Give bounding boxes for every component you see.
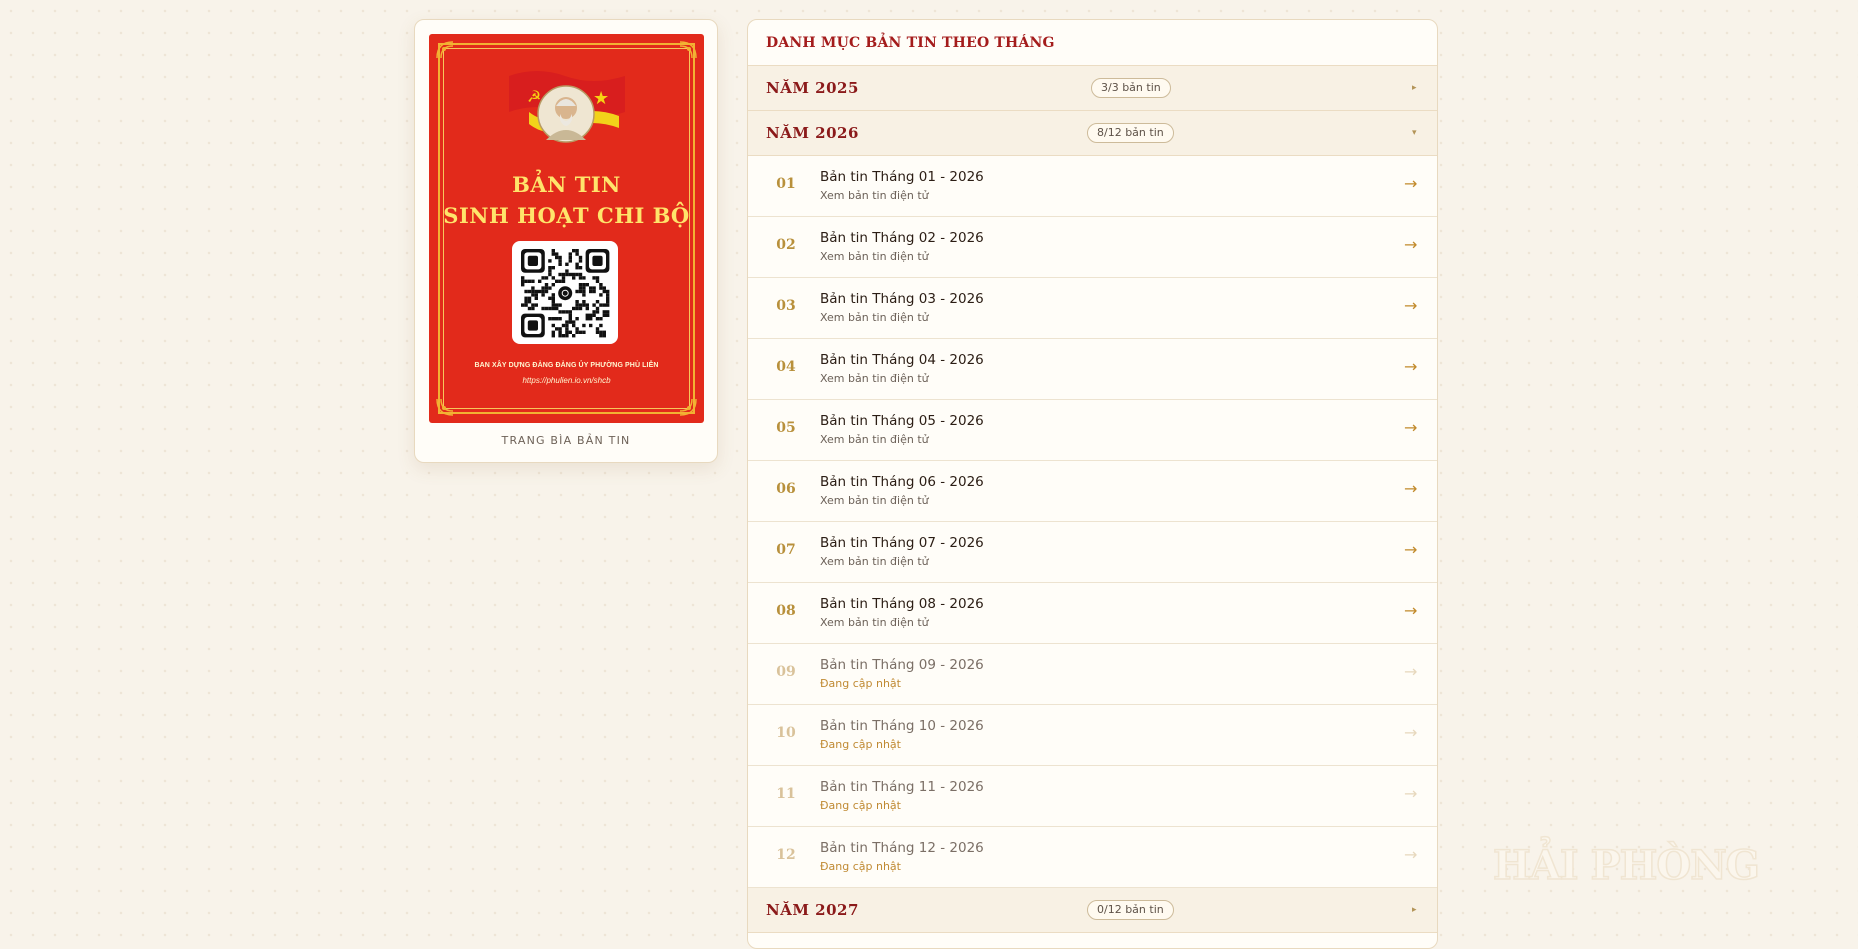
month-row[interactable]: 08 Bản tin Tháng 08 - 2026 Xem bản tin điệ… — [748, 583, 1437, 644]
corner-ornament-icon — [436, 41, 454, 59]
month-row[interactable]: 03 Bản tin Tháng 03 - 2026 Xem bản tin điệ… — [748, 278, 1437, 339]
month-number: 10 — [776, 725, 796, 741]
month-status: Xem bản tin điện tử — [820, 311, 929, 324]
month-status: Đang cập nhật — [820, 738, 901, 751]
month-number: 01 — [776, 176, 796, 192]
arrow-right-icon: → — [1404, 784, 1418, 803]
month-status: Xem bản tin điện tử — [820, 433, 929, 446]
month-status: Xem bản tin điện tử — [820, 250, 929, 263]
corner-ornament-icon — [679, 398, 697, 416]
year-label: NĂM 2026 — [766, 124, 859, 142]
month-title: Bản tin Tháng 04 - 2026 — [820, 352, 984, 368]
arrow-right-icon: → — [1404, 296, 1418, 315]
arrow-right-icon: → — [1404, 601, 1418, 620]
month-title: Bản tin Tháng 02 - 2026 — [820, 230, 984, 246]
year-count-badge: 0/12 bản tin — [1087, 900, 1174, 920]
caret-right-icon: ▸ — [1412, 83, 1417, 93]
year-count-badge: 3/3 bản tin — [1091, 78, 1171, 98]
month-title: Bản tin Tháng 07 - 2026 — [820, 535, 984, 551]
year-count-badge: 8/12 bản tin — [1087, 123, 1174, 143]
cover-url: https://phulien.io.vn/shcb — [522, 376, 611, 385]
month-row[interactable]: 01 Bản tin Tháng 01 - 2026 Xem bản tin điệ… — [748, 156, 1437, 217]
qr-code[interactable] — [512, 241, 618, 344]
cover-card: ☭ ★ BẢN TIN SINH HOẠT CHI BỘ BAN XÂY DỰN… — [414, 19, 718, 463]
month-row[interactable]: 09 Bản tin Tháng 09 - 2026 Đang cập nhật → — [748, 644, 1437, 705]
month-title: Bản tin Tháng 10 - 2026 — [820, 718, 984, 734]
arrow-right-icon: → — [1404, 235, 1418, 254]
month-title: Bản tin Tháng 09 - 2026 — [820, 657, 984, 673]
arrow-right-icon: → — [1404, 357, 1418, 376]
month-number: 03 — [776, 298, 796, 314]
month-status: Xem bản tin điện tử — [820, 555, 929, 568]
year-label: NĂM 2027 — [766, 901, 859, 919]
month-status: Xem bản tin điện tử — [820, 616, 929, 629]
month-status: Đang cập nhật — [820, 860, 901, 873]
month-status: Xem bản tin điện tử — [820, 494, 929, 507]
month-status: Xem bản tin điện tử — [820, 189, 929, 202]
arrow-right-icon: → — [1404, 662, 1418, 681]
month-number: 12 — [776, 847, 796, 863]
month-row[interactable]: 04 Bản tin Tháng 04 - 2026 Xem bản tin điệ… — [748, 339, 1437, 400]
month-title: Bản tin Tháng 05 - 2026 — [820, 413, 984, 429]
bulletin-catalog: DANH MỤC BẢN TIN THEO THÁNG NĂM 2025 3/3… — [747, 19, 1438, 949]
cover-caption: TRANG BÌA BẢN TIN — [501, 434, 631, 447]
month-row[interactable]: 07 Bản tin Tháng 07 - 2026 Xem bản tin điệ… — [748, 522, 1437, 583]
arrow-right-icon: → — [1404, 174, 1418, 193]
corner-ornament-icon — [436, 398, 454, 416]
arrow-right-icon: → — [1404, 479, 1418, 498]
caret-right-icon: ▸ — [1412, 905, 1417, 915]
cover-title-line1: BẢN TIN — [512, 172, 621, 197]
month-row[interactable]: 05 Bản tin Tháng 05 - 2026 Xem bản tin điệ… — [748, 400, 1437, 461]
caret-down-icon: ▾ — [1412, 128, 1417, 138]
corner-ornament-icon — [679, 41, 697, 59]
month-status: Đang cập nhật — [820, 799, 901, 812]
month-number: 11 — [776, 786, 796, 802]
month-title: Bản tin Tháng 06 - 2026 — [820, 474, 984, 490]
portrait-icon — [537, 85, 595, 143]
year-row-2027[interactable]: NĂM 2027 0/12 bản tin ▸ — [748, 888, 1437, 933]
month-title: Bản tin Tháng 01 - 2026 — [820, 169, 984, 185]
catalog-title: DANH MỤC BẢN TIN THEO THÁNG — [748, 20, 1437, 66]
qr-code-icon — [521, 249, 610, 338]
arrow-right-icon: → — [1404, 845, 1418, 864]
month-title: Bản tin Tháng 03 - 2026 — [820, 291, 984, 307]
arrow-right-icon: → — [1404, 540, 1418, 559]
cover-title-line2: SINH HOẠT CHI BỘ — [443, 203, 690, 228]
cover-image[interactable]: ☭ ★ BẢN TIN SINH HOẠT CHI BỘ BAN XÂY DỰN… — [429, 34, 704, 423]
year-label: NĂM 2025 — [766, 79, 859, 97]
month-row[interactable]: 11 Bản tin Tháng 11 - 2026 Đang cập nhật → — [748, 766, 1437, 827]
arrow-right-icon: → — [1404, 418, 1418, 437]
month-number: 08 — [776, 603, 796, 619]
month-number: 04 — [776, 359, 796, 375]
month-title: Bản tin Tháng 08 - 2026 — [820, 596, 984, 612]
year-row-2026[interactable]: NĂM 2026 8/12 bản tin ▾ — [748, 111, 1437, 156]
month-number: 07 — [776, 542, 796, 558]
month-status: Xem bản tin điện tử — [820, 372, 929, 385]
month-number: 09 — [776, 664, 796, 680]
month-number: 05 — [776, 420, 796, 436]
cover-org: BAN XÂY DỰNG ĐẢNG ĐẢNG ỦY PHƯỜNG PHÙ LIỄ… — [474, 362, 659, 369]
month-row[interactable]: 06 Bản tin Tháng 06 - 2026 Xem bản tin điệ… — [748, 461, 1437, 522]
month-number: 02 — [776, 237, 796, 253]
month-row[interactable]: 12 Bản tin Tháng 12 - 2026 Đang cập nhật → — [748, 827, 1437, 888]
arrow-right-icon: → — [1404, 723, 1418, 742]
month-row[interactable]: 10 Bản tin Tháng 10 - 2026 Đang cập nhật → — [748, 705, 1437, 766]
month-status: Đang cập nhật — [820, 677, 901, 690]
month-list: 01 Bản tin Tháng 01 - 2026 Xem bản tin điệ… — [748, 156, 1437, 888]
month-number: 06 — [776, 481, 796, 497]
month-row[interactable]: 02 Bản tin Tháng 02 - 2026 Xem bản tin điệ… — [748, 217, 1437, 278]
month-title: Bản tin Tháng 12 - 2026 — [820, 840, 984, 856]
month-title: Bản tin Tháng 11 - 2026 — [820, 779, 984, 795]
year-row-2025[interactable]: NĂM 2025 3/3 bản tin ▸ — [748, 66, 1437, 111]
watermark: HẢI PHÒNG — [1492, 841, 1760, 890]
